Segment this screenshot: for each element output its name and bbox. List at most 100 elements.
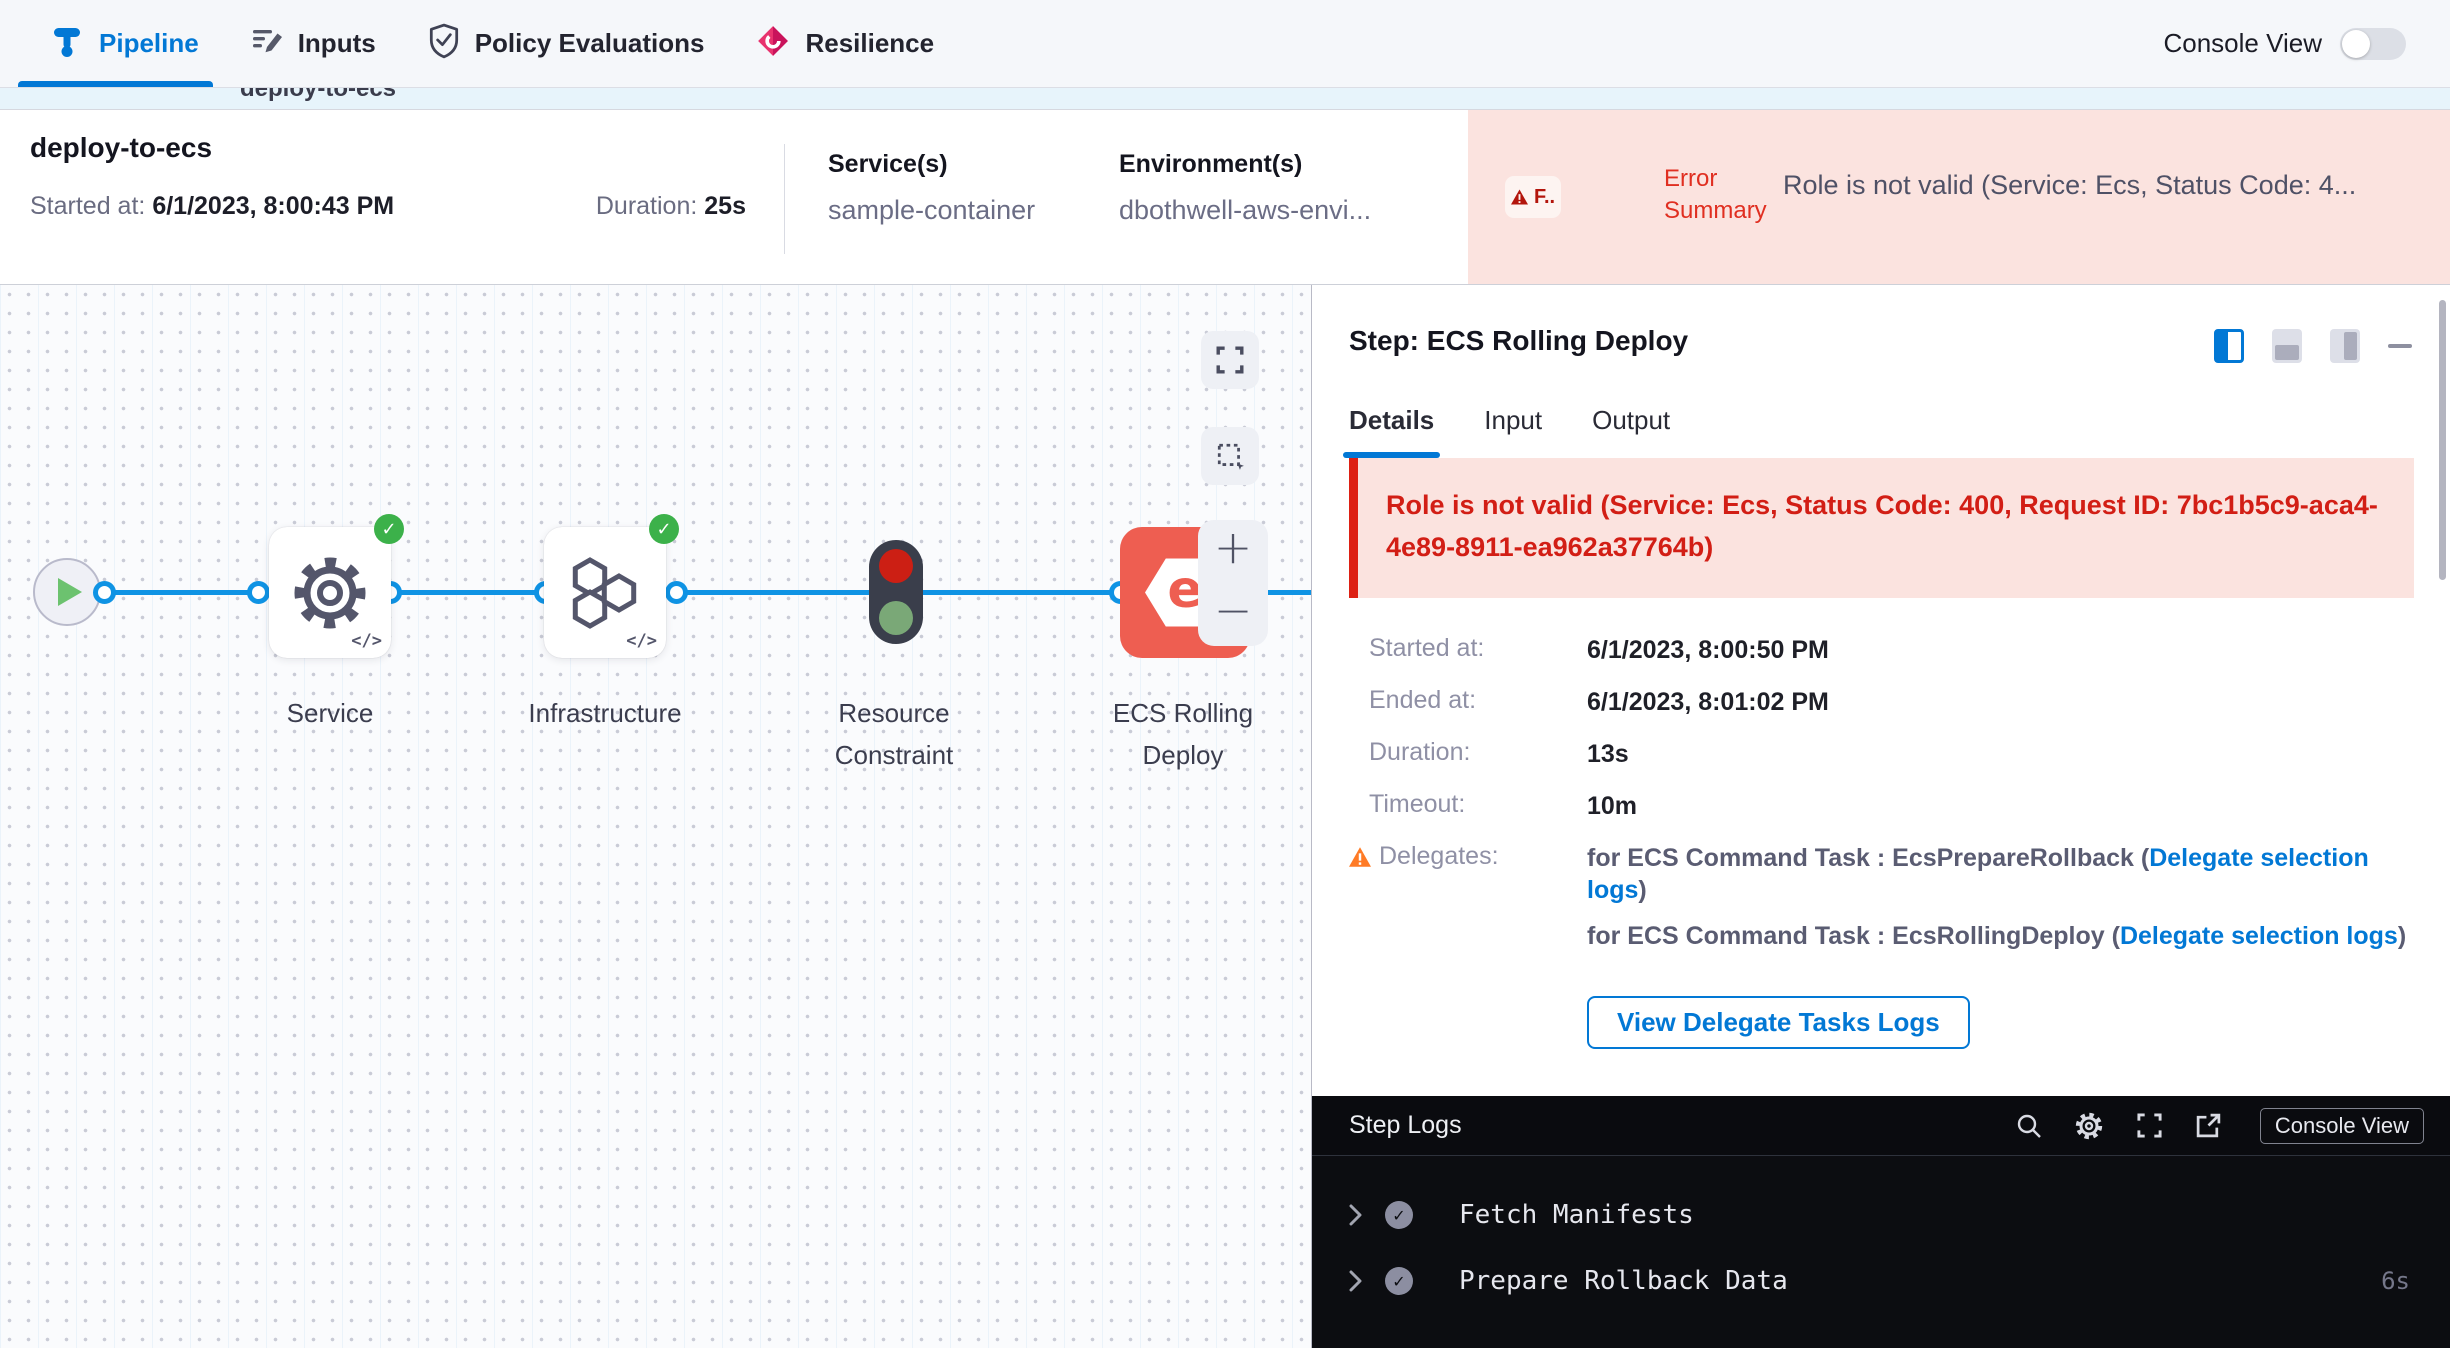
services-value[interactable]: sample-container	[828, 195, 1035, 226]
tab-pipeline-label: Pipeline	[99, 28, 199, 59]
chevron-right-icon[interactable]	[1348, 1270, 1363, 1292]
delegates-value: for ECS Command Task : EcsPrepareRollbac…	[1587, 842, 2414, 966]
stage-strip: deploy-to-ecs	[0, 88, 2450, 110]
tab-inputs[interactable]: Inputs	[251, 0, 376, 87]
tab-output[interactable]: Output	[1592, 405, 1670, 458]
warning-triangle-icon	[1349, 847, 1371, 867]
zoom-out-button[interactable]: −	[1214, 585, 1253, 636]
toggle-knob	[2342, 30, 2370, 58]
canvas-select-button[interactable]	[1201, 427, 1259, 485]
tab-details[interactable]: Details	[1349, 405, 1434, 458]
environments-value[interactable]: dbothwell-aws-envi...	[1119, 195, 1371, 226]
resilience-icon	[756, 24, 790, 63]
node-label-service[interactable]: Service	[220, 692, 440, 734]
log-step-name: Fetch Manifests	[1459, 1200, 2410, 1230]
detail-row-ended: Ended at: 6/1/2023, 8:01:02 PM	[1349, 686, 2414, 718]
zoom-controls: + −	[1198, 520, 1268, 646]
duration-value: 25s	[704, 192, 746, 220]
header-divider	[784, 144, 785, 254]
node-service[interactable]: ✓ </>	[269, 527, 391, 658]
tab-inputs-label: Inputs	[298, 28, 376, 59]
tab-policy-evaluations-label: Policy Evaluations	[475, 28, 705, 59]
delegates-label-group: Delegates:	[1349, 842, 1587, 871]
duration: Duration: 25s	[596, 192, 746, 221]
shield-check-icon	[428, 23, 460, 64]
detail-label: Ended at:	[1349, 686, 1587, 715]
step-error-message: Role is not valid (Service: Ecs, Status …	[1386, 484, 2384, 568]
detail-value: 13s	[1587, 738, 1629, 770]
detail-row-timeout: Timeout: 10m	[1349, 790, 2414, 822]
node-label-ecs-rolling-deploy[interactable]: ECS Rolling Deploy	[1073, 692, 1293, 776]
minimize-icon[interactable]	[2388, 344, 2412, 348]
error-summary-banner: F.. Error Summary Role is not valid (Ser…	[1468, 110, 2450, 284]
detail-row-delegates: Delegates: for ECS Command Task : EcsPre…	[1349, 842, 2414, 966]
run-header: deploy-to-ecs Started at: 6/1/2023, 8:00…	[0, 110, 2450, 285]
node-label-resource-constraint[interactable]: Resource Constraint	[784, 692, 1004, 776]
tab-pipeline[interactable]: Pipeline	[50, 0, 199, 87]
started-at: Started at: 6/1/2023, 8:00:43 PM	[30, 192, 394, 221]
step-error-banner: Role is not valid (Service: Ecs, Status …	[1349, 458, 2414, 598]
success-badge-icon: ✓	[649, 514, 679, 544]
detail-label: Duration:	[1349, 738, 1587, 767]
console-view-toggle[interactable]	[2340, 28, 2406, 60]
step-logs-title: Step Logs	[1349, 1111, 1462, 1140]
panel-scrollbar[interactable]	[2439, 300, 2446, 580]
tab-policy-evaluations[interactable]: Policy Evaluations	[428, 0, 705, 87]
services-block: Service(s) sample-container	[828, 150, 1035, 226]
detail-row-duration: Duration: 13s	[1349, 738, 2414, 770]
pipeline-start-node[interactable]	[33, 558, 101, 626]
environments-label: Environment(s)	[1119, 150, 1371, 179]
port-start-out	[93, 581, 116, 604]
zoom-in-button[interactable]: +	[1214, 522, 1253, 573]
success-badge-icon: ✓	[374, 514, 404, 544]
search-icon[interactable]	[2016, 1113, 2042, 1139]
detail-row-started: Started at: 6/1/2023, 8:00:50 PM	[1349, 634, 2414, 666]
console-view-button[interactable]: Console View	[2260, 1108, 2424, 1144]
fullscreen-icon[interactable]	[2136, 1112, 2163, 1139]
top-nav: Pipeline Inputs Policy Evaluations Resil…	[0, 0, 2450, 88]
layout-right-icon[interactable]	[2214, 329, 2244, 363]
port-service-in	[247, 581, 270, 604]
started-at-value: 6/1/2023, 8:00:43 PM	[152, 192, 394, 220]
chevron-right-icon[interactable]	[1348, 1204, 1363, 1226]
pipeline-execution-page: Pipeline Inputs Policy Evaluations Resil…	[0, 0, 2450, 1348]
edge-start-service	[103, 590, 258, 595]
view-delegate-tasks-logs-button[interactable]: View Delegate Tasks Logs	[1587, 996, 1970, 1049]
run-meta: Started at: 6/1/2023, 8:00:43 PM Duratio…	[30, 192, 746, 221]
step-detail-panel: Step: ECS Rolling Deploy Details Input O…	[1311, 285, 2450, 1096]
tab-input[interactable]: Input	[1484, 405, 1542, 458]
warning-triangle-icon	[1511, 189, 1528, 205]
tab-resilience[interactable]: Resilience	[756, 0, 934, 87]
port-infrastructure-out	[665, 581, 688, 604]
delegate-line: for ECS Command Task : EcsRollingDeploy …	[1587, 920, 2414, 952]
detail-label: Timeout:	[1349, 790, 1587, 819]
log-row-fetch-manifests[interactable]: ✓ Fetch Manifests	[1336, 1182, 2410, 1248]
failed-status-badge: F..	[1505, 176, 1561, 218]
edge-service-infrastructure	[390, 590, 545, 595]
step-logs-toolbar: Console View	[2016, 1108, 2424, 1144]
detail-value: 6/1/2023, 8:01:02 PM	[1587, 686, 1829, 718]
gear-icon	[288, 551, 372, 635]
gear-icon[interactable]	[2074, 1111, 2104, 1141]
error-summary-message: Role is not valid (Service: Ecs, Status …	[1783, 170, 2436, 201]
delegate-line: for ECS Command Task : EcsPrepareRollbac…	[1587, 842, 2414, 906]
node-label-infrastructure[interactable]: Infrastructure	[495, 692, 715, 734]
failed-badge-label: F..	[1534, 186, 1555, 209]
hexagons-icon	[560, 551, 650, 635]
detail-label: Started at:	[1349, 634, 1587, 663]
code-badge: </>	[351, 631, 382, 651]
log-row-prepare-rollback-data[interactable]: ✓ Prepare Rollback Data 6s	[1336, 1248, 2410, 1314]
open-in-new-icon[interactable]	[2195, 1112, 2222, 1139]
delegate-selection-logs-link[interactable]: Delegate selection logs	[2120, 922, 2398, 950]
pipeline-canvas[interactable]: ✓ </> Service ✓ </> Infrastructure Resou…	[0, 285, 1311, 1348]
node-infrastructure[interactable]: ✓ </>	[544, 527, 666, 658]
node-resource-constraint[interactable]	[869, 540, 923, 644]
step-logs-panel: Step Logs Console View ✓ Fetch Manifests…	[1311, 1096, 2450, 1348]
delegates-label: Delegates:	[1379, 842, 1499, 871]
layout-split-icon[interactable]	[2330, 329, 2360, 363]
stage-strip-text: deploy-to-ecs	[240, 88, 2450, 103]
environments-block: Environment(s) dbothwell-aws-envi...	[1119, 150, 1371, 226]
fullscreen-icon	[1215, 345, 1245, 375]
layout-bottom-icon[interactable]	[2272, 329, 2302, 363]
canvas-fullscreen-button[interactable]	[1201, 331, 1259, 389]
